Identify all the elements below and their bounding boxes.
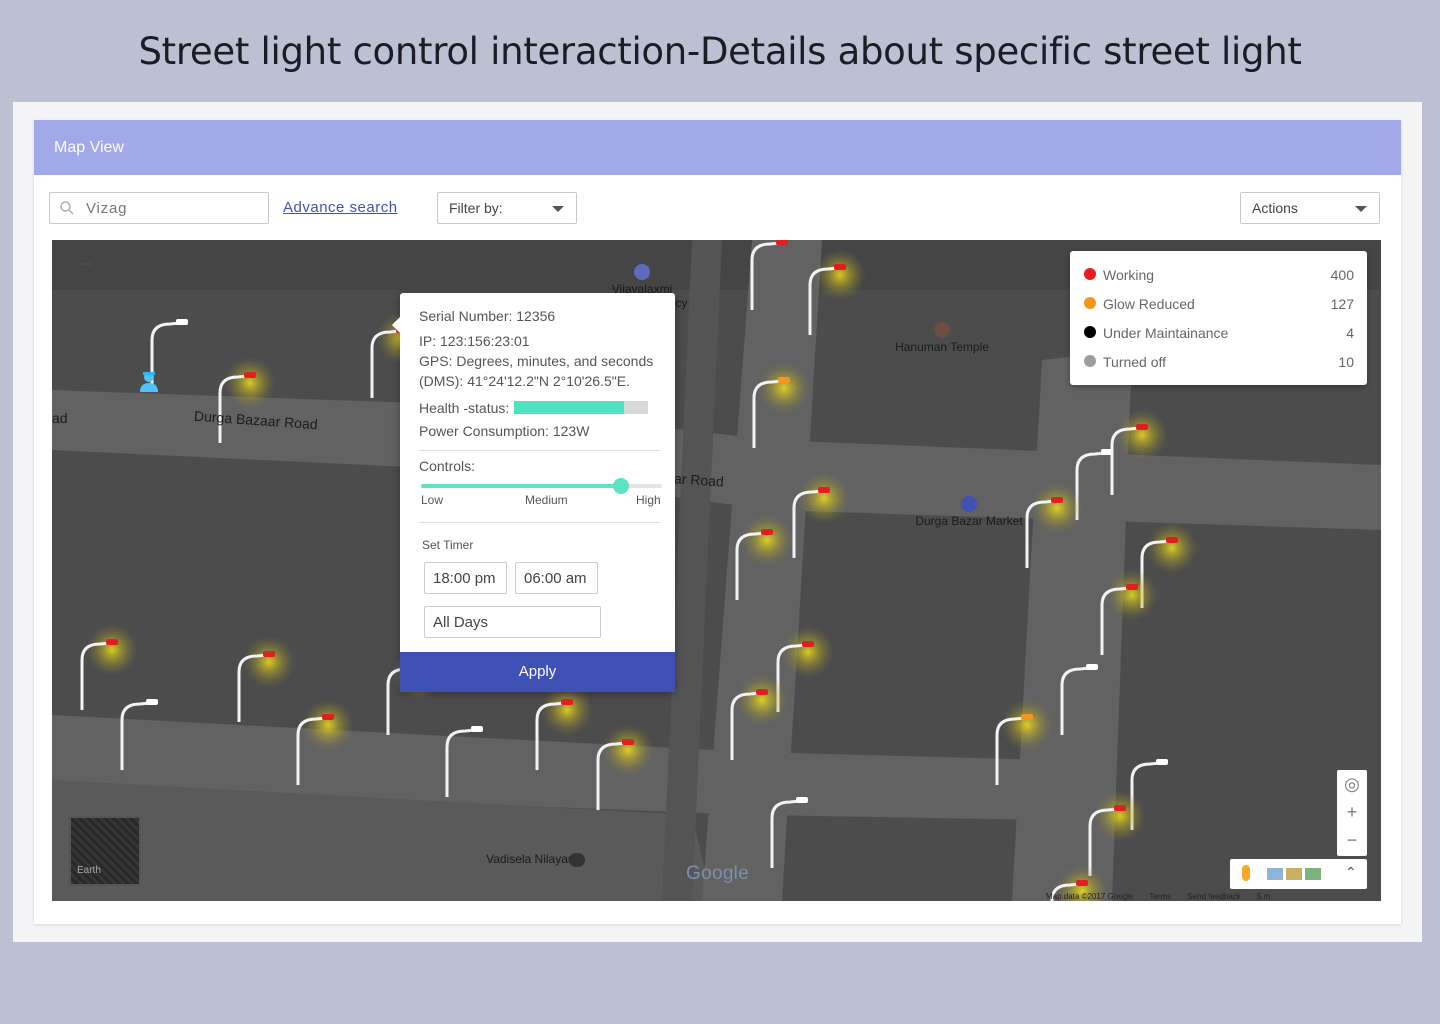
- tick-medium: Medium: [525, 493, 568, 507]
- gps-line-1: GPS: Degrees, minutes, and seconds: [419, 353, 654, 369]
- legend-row: Turned off 10: [1084, 352, 1354, 381]
- panel-title: Map View: [34, 120, 1401, 175]
- road-label-right: ar Road: [673, 470, 725, 490]
- status-dot: [1084, 355, 1096, 367]
- timer-end-field[interactable]: 06:00 am: [515, 562, 598, 594]
- filter-label: Filter by:: [449, 200, 503, 216]
- apply-button[interactable]: Apply: [400, 652, 675, 692]
- legend-label: Working: [1103, 267, 1155, 283]
- street-light-details-popup: Serial Number: 12356 IP: 123:156:23:01 G…: [392, 293, 675, 692]
- advance-search-link[interactable]: Advance search: [283, 199, 398, 216]
- divider: [419, 522, 660, 523]
- slider-thumb[interactable]: [613, 478, 630, 494]
- status-dot: [1084, 268, 1096, 280]
- toolbar: Advance search Filter by: Actions: [34, 175, 1401, 239]
- place-hanuman-temple: Hanuman Temple: [882, 322, 1002, 354]
- legend-row: Under Maintainance 4: [1084, 323, 1354, 352]
- divider: [419, 450, 660, 451]
- technician-icon[interactable]: [138, 370, 160, 392]
- health-bar: [514, 401, 648, 414]
- days-select[interactable]: All Days: [424, 606, 601, 638]
- gps-line-2: (DMS): 41°24'12.2"N 2°10'26.5"E.: [419, 373, 630, 389]
- power-consumption: Power Consumption: 123W: [419, 423, 590, 439]
- map-attribution: Map data ©2017 Google Terms Send feedbac…: [1046, 892, 1271, 901]
- actions-dropdown[interactable]: Actions: [1240, 192, 1380, 224]
- serial-number: Serial Number: 12356: [419, 308, 556, 324]
- brightness-slider[interactable]: [421, 478, 662, 494]
- search-icon: [60, 201, 74, 215]
- status-legend: Working 400 Glow Reduced 127 Under Maintaina…: [1070, 251, 1367, 385]
- legend-count: 4: [1346, 325, 1354, 341]
- cart-icon: [961, 496, 977, 512]
- legend-label: Glow Reduced: [1103, 296, 1195, 312]
- tick-high: High: [636, 493, 661, 507]
- earth-view-toggle[interactable]: Earth: [69, 816, 141, 886]
- zoom-out-button[interactable]: −: [1337, 826, 1367, 854]
- actions-label: Actions: [1252, 200, 1298, 216]
- pegman-icon[interactable]: [1242, 865, 1250, 881]
- street-light-icon[interactable]: [237, 636, 295, 722]
- set-timer-label: Set Timer: [422, 538, 474, 552]
- street-light-icon[interactable]: [80, 624, 138, 710]
- ip-address: IP: 123:156:23:01: [419, 333, 530, 349]
- legend-row: Working 400: [1084, 265, 1354, 294]
- legend-count: 127: [1330, 296, 1354, 312]
- zoom-in-button[interactable]: +: [1337, 798, 1367, 826]
- chevron-up-icon[interactable]: ⌃: [1345, 864, 1357, 881]
- layer-thumb-satellite[interactable]: [1267, 868, 1283, 880]
- slider-fill: [421, 484, 622, 488]
- legend-count: 10: [1338, 354, 1354, 370]
- health-label: Health -status:: [419, 400, 510, 416]
- status-dot: [1084, 297, 1096, 309]
- legend-count: 400: [1330, 267, 1354, 283]
- map-zoom-controls: ◎ + −: [1337, 770, 1367, 856]
- layer-thumb-map[interactable]: [1305, 868, 1321, 880]
- map-layers-bar: ⌃: [1230, 859, 1367, 889]
- filter-dropdown[interactable]: Filter by:: [437, 192, 577, 224]
- shop-icon: [634, 264, 650, 280]
- controls-label: Controls:: [419, 458, 476, 474]
- timer-start-field[interactable]: 18:00 pm: [424, 562, 507, 594]
- page-heading: Street light control interaction-Details…: [138, 30, 1302, 73]
- legend-row: Glow Reduced 127: [1084, 294, 1354, 323]
- temple-icon: [934, 322, 950, 338]
- search-box[interactable]: [49, 192, 269, 224]
- road-label-left: ad: [52, 410, 68, 426]
- tick-low: Low: [421, 493, 444, 507]
- popup-pointer: [392, 317, 400, 333]
- layer-thumb-terrain[interactable]: [1286, 868, 1302, 880]
- legend-label: Turned off: [1103, 354, 1167, 370]
- chevron-down-icon: [552, 206, 564, 212]
- my-location-icon[interactable]: ◎: [1337, 770, 1367, 798]
- health-bar-fill: [514, 401, 624, 414]
- legend-label: Under Maintainance: [1103, 325, 1229, 341]
- google-logo: Google: [686, 863, 750, 884]
- bed-icon: [569, 853, 585, 867]
- place-durga-market: Durga Bazar Market: [904, 496, 1034, 528]
- status-dot: [1084, 326, 1096, 338]
- search-input[interactable]: [86, 193, 261, 223]
- chevron-down-icon: [1355, 206, 1367, 212]
